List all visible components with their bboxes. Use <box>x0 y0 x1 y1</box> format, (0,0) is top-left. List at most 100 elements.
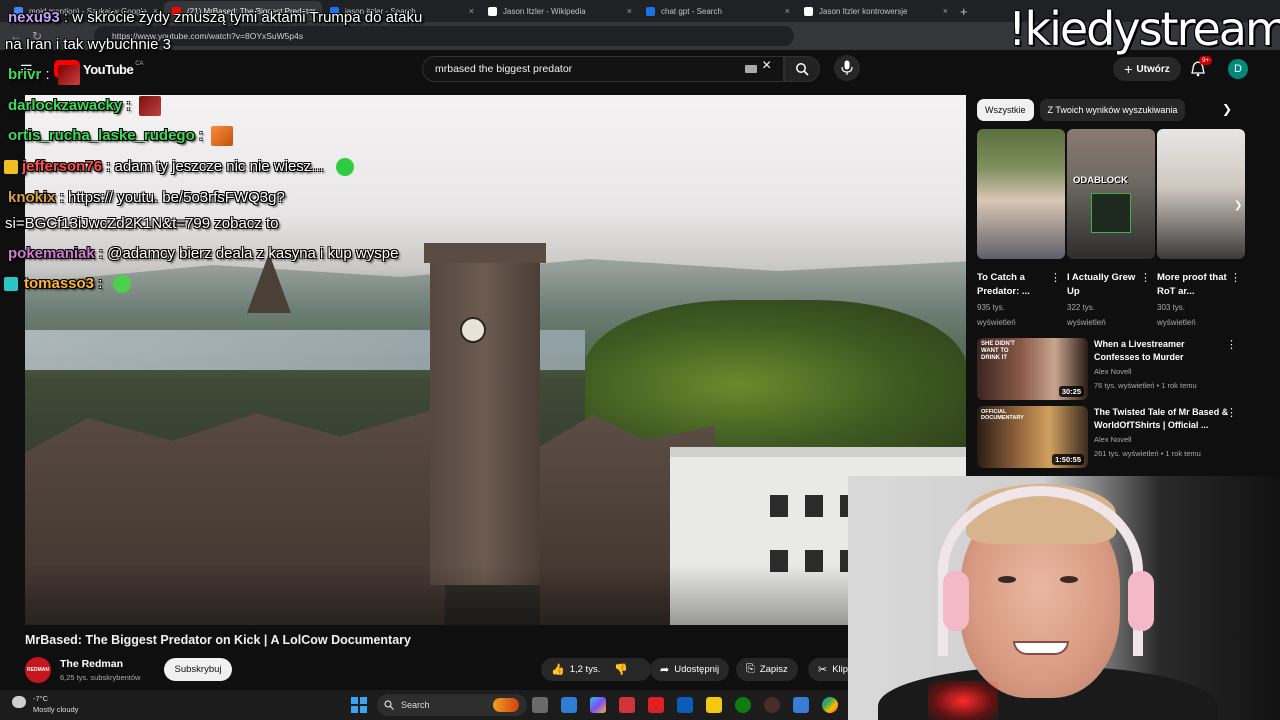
browser-tab[interactable]: chat gpt - Search × <box>638 1 796 21</box>
app-icon[interactable] <box>735 697 751 713</box>
search-input[interactable]: mrbased the biggest predator <box>422 56 784 82</box>
recommended-title: When a Livestreamer Confesses to Murder <box>1094 339 1185 362</box>
channel-name[interactable]: The Redman <box>60 658 123 670</box>
share-button[interactable]: ➦ Udostępnij <box>650 658 730 681</box>
address-bar[interactable]: https://www.youtube.com/watch?v=8OYxSuW5… <box>94 26 794 46</box>
chat-message-continuation: si=BGCf13iJwcZd2K1N&t=799 zobacz to <box>5 215 278 232</box>
tab-close-icon[interactable]: × <box>469 6 474 16</box>
chat-text: : adam ty jeszcze nic nie wiesz... <box>102 158 324 175</box>
chat-emote-icon <box>211 126 234 146</box>
webcam-feed <box>848 476 1280 720</box>
chat-message: knokix : https:// youtu. be/5o3rfsFWQ3g? <box>8 189 285 206</box>
window <box>805 495 823 517</box>
search-button[interactable] <box>784 56 820 82</box>
taskbar-search[interactable]: Search <box>377 694 527 716</box>
browser-tab[interactable]: Jason Itzler kontrowersje × <box>796 1 954 21</box>
task-view-icon[interactable] <box>532 697 548 713</box>
notification-badge: 9+ <box>1199 56 1213 65</box>
recommended-video[interactable]: SHE DIDN'T WANT TO DRINK IT 30:25 When a… <box>977 338 1237 400</box>
more-options-icon[interactable]: ⋮ <box>1226 406 1237 419</box>
chip-from-search[interactable]: Z Twoich wyników wyszukiwania <box>1039 99 1186 121</box>
save-button[interactable]: ⎘ Zapisz <box>736 658 798 681</box>
channel-avatar[interactable]: REDMAN <box>25 657 51 683</box>
windows-start-icon[interactable] <box>351 697 367 713</box>
browser-tab[interactable]: Jason Itzler - Wikipedia × <box>480 1 638 21</box>
file-explorer-icon[interactable] <box>706 697 722 713</box>
thumbnail-text: SHE DIDN'T WANT TO DRINK IT <box>981 341 1015 361</box>
app-icon[interactable] <box>561 697 577 713</box>
short-card[interactable]: More proof that RoT ar... 303 tys. wyświ… <box>1157 129 1245 329</box>
headset-earcup <box>1128 571 1154 631</box>
like-dislike-button[interactable]: 👍 1,2 tys. 👎 <box>541 658 651 681</box>
clear-search-icon[interactable]: × <box>762 57 771 75</box>
start-tile <box>360 697 367 704</box>
plus-icon: + <box>1124 61 1133 77</box>
stream-brand: !kiedystream <box>1008 2 1280 56</box>
short-card[interactable]: To Catch a Predator: ... 935 tys. wyświe… <box>977 129 1065 329</box>
app-icon[interactable] <box>619 697 635 713</box>
short-title: I Actually Grew Up <box>1067 272 1136 297</box>
recommended-channel[interactable]: Alex Novell <box>1094 435 1132 444</box>
weather-temperature[interactable]: -7°C <box>33 694 48 703</box>
bookmark-icon: ⎘ <box>746 663 755 675</box>
subscribe-button[interactable]: Subskrybuj <box>164 658 232 681</box>
app-icon[interactable] <box>677 697 693 713</box>
recommended-title: The Twisted Tale of Mr Based & WorldOfTS… <box>1094 407 1229 430</box>
clip-button[interactable]: ✂ Klip <box>808 658 848 681</box>
chat-text: na Iran i tak wybuchnie 3 <box>5 36 171 53</box>
recommended-channel[interactable]: Alex Novell <box>1094 367 1132 376</box>
notepad-icon[interactable] <box>793 697 809 713</box>
short-thumbnail: ODABLOCK <box>1067 129 1155 259</box>
start-tile <box>360 706 367 713</box>
save-label: Zapisz <box>759 664 788 675</box>
more-options-icon[interactable]: ⋮ <box>1226 338 1237 351</box>
video-duration: 1:50:55 <box>1052 454 1084 465</box>
create-button[interactable]: + Utwórz <box>1113 57 1181 81</box>
chevron-right-icon[interactable]: ❯ <box>1222 102 1232 116</box>
thumbs-down-icon[interactable]: 👎 <box>614 663 628 676</box>
taskbar-search-label: Search <box>401 700 430 710</box>
recommended-meta: 261 tys. wyświetleń • 1 rok temu <box>1094 449 1201 458</box>
chat-username: brivr <box>8 65 42 83</box>
more-options-icon[interactable]: ⋮ <box>1140 271 1151 284</box>
video-title: MrBased: The Biggest Predator on Kick | … <box>25 633 411 647</box>
weather-cloud-icon[interactable] <box>12 696 26 708</box>
chat-emote-icon <box>112 275 131 294</box>
thumbs-up-icon: 👍 <box>551 664 565 676</box>
chat-username: knokix <box>8 189 56 206</box>
new-tab-icon[interactable]: + <box>960 4 968 19</box>
short-title: To Catch a Predator: ... <box>977 272 1030 297</box>
short-views-unit: wyświetleń <box>1157 318 1196 327</box>
thumbnail-text: OFFICIAL DOCUMENTARY <box>981 409 1024 421</box>
app-l-icon[interactable] <box>648 697 664 713</box>
chat-text: : <box>194 126 204 144</box>
chip-all[interactable]: Wszystkie <box>977 99 1034 121</box>
like-count: 1,2 tys. <box>569 664 601 675</box>
video-duration: 30:25 <box>1058 386 1084 397</box>
shorts-next-icon[interactable]: ❯ <box>1234 200 1242 211</box>
video-clock-tower <box>424 243 546 585</box>
voice-search-button[interactable] <box>834 55 860 81</box>
chrome-icon[interactable] <box>822 697 838 713</box>
tab-close-icon[interactable]: × <box>627 6 632 16</box>
account-avatar[interactable]: D <box>1228 59 1248 79</box>
chat-emote-icon <box>138 96 161 116</box>
short-card[interactable]: ODABLOCK I Actually Grew Up 322 tys. wyś… <box>1067 129 1155 329</box>
tab-close-icon[interactable]: × <box>785 6 790 16</box>
create-label: Utwórz <box>1136 63 1170 75</box>
short-thumbnail-overlay: ODABLOCK <box>1073 175 1128 186</box>
chat-username: darlockzawacky <box>8 96 123 114</box>
recommended-video[interactable]: OFFICIAL DOCUMENTARY 1:50:55 The Twisted… <box>977 406 1237 468</box>
copilot-icon[interactable] <box>590 697 606 713</box>
tab-close-icon[interactable]: × <box>943 6 948 16</box>
chat-emote-icon <box>335 158 354 177</box>
short-views-unit: wyświetleń <box>1067 318 1106 327</box>
search-icon <box>384 700 394 710</box>
keyboard-icon[interactable] <box>745 65 757 73</box>
subscriber-count: 6,25 tys. subskrybentów <box>60 673 141 682</box>
more-options-icon[interactable]: ⋮ <box>1230 271 1241 284</box>
more-options-icon[interactable]: ⋮ <box>1050 271 1061 284</box>
browser-icon[interactable] <box>764 697 780 713</box>
weather-condition[interactable]: Mostly cloudy <box>33 705 78 714</box>
recommended-meta: 76 tys. wyświetleń • 1 rok temu <box>1094 381 1197 390</box>
